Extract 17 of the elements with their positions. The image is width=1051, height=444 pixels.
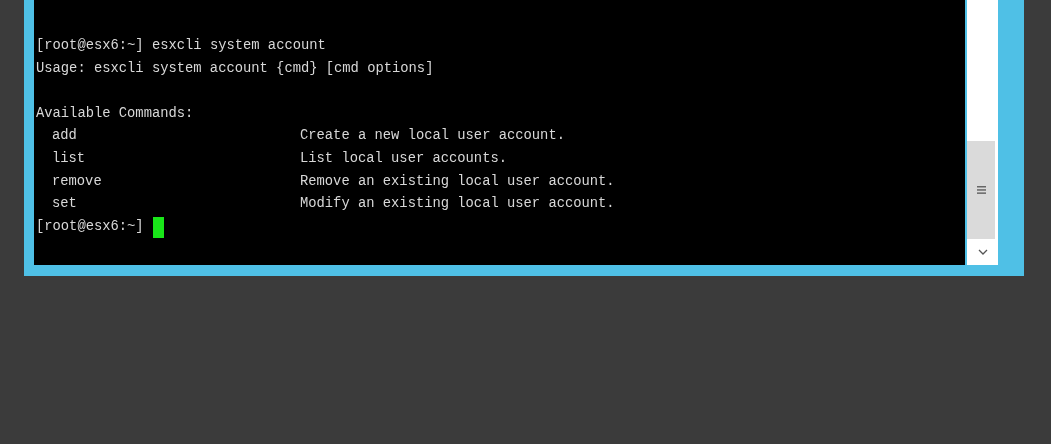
command-name: set: [51, 195, 78, 214]
shell-prompt: [root@esx6:~]: [36, 217, 144, 236]
output-text: Available Commands:: [36, 104, 194, 123]
command-text: esxcli system account: [151, 37, 326, 55]
command-description: List local user accounts.: [300, 149, 507, 168]
command-name: list: [51, 149, 87, 168]
shell-prompt: [root@esx6:~]: [36, 37, 144, 55]
chevron-down-icon: [977, 249, 988, 255]
command-description: Create a new local user account.: [300, 127, 565, 146]
command-description: Modify an existing local user account.: [300, 195, 615, 214]
grip-icon: [976, 186, 986, 194]
command-name: remove: [51, 172, 103, 191]
command-name: add: [51, 127, 78, 146]
scroll-thumb[interactable]: [967, 141, 995, 239]
output-text: Usage: esxcli system account {cmd} [cmd options]: [36, 59, 434, 78]
command-description: Remove an existing local user account.: [300, 172, 615, 191]
scrollbar[interactable]: [967, 0, 998, 265]
